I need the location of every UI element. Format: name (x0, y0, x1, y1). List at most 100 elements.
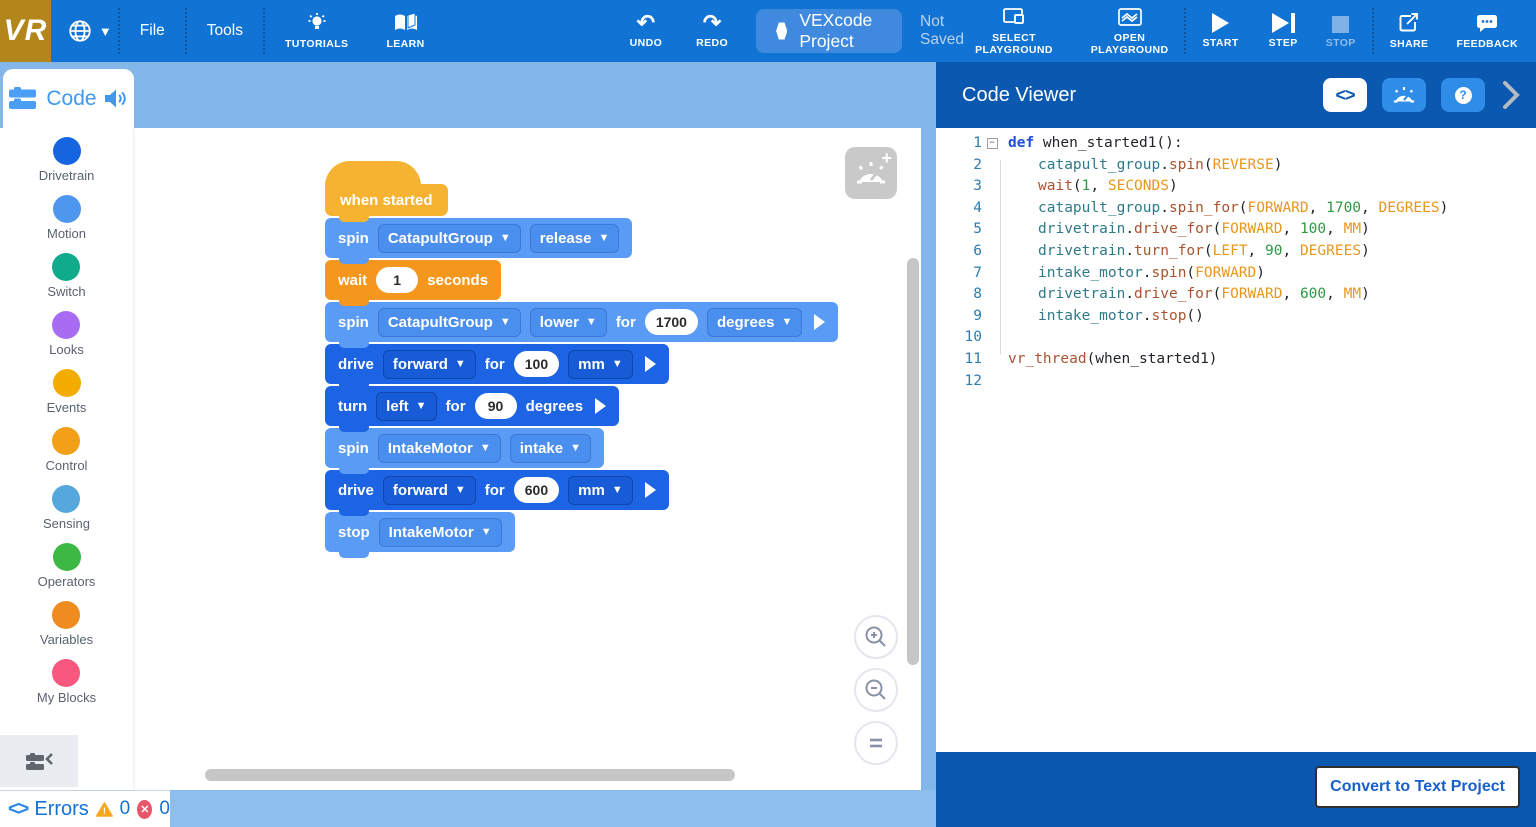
block-expand-arrow[interactable] (644, 482, 656, 498)
code-view-button[interactable]: <> (1323, 78, 1367, 112)
category-color-dot[interactable] (52, 427, 81, 455)
learn-button[interactable]: LEARN (380, 12, 430, 50)
errors-panel-toggle[interactable]: <> Errors ! 0 ✕ 0 (0, 790, 170, 827)
drive-forward-100-block[interactable]: drive forward ▼ for 100 mm ▼ (325, 344, 669, 390)
category-color-dot[interactable] (52, 485, 81, 513)
dashboard-button[interactable] (1382, 78, 1426, 112)
block-dropdown-forward[interactable]: forward ▼ (382, 349, 476, 379)
tutorials-button[interactable]: TUTORIALS (279, 12, 355, 50)
block-number-input[interactable]: 90 (474, 393, 517, 419)
feedback-button[interactable]: FEEDBACK (1450, 12, 1524, 50)
programming-canvas[interactable]: when started spin CatapultGroup ▼ release ▼ wa… (133, 128, 921, 790)
help-button[interactable]: ? (1441, 78, 1485, 112)
start-button[interactable]: START (1196, 13, 1244, 49)
palette-category-motion[interactable]: Motion (47, 195, 86, 241)
zoom-out-button[interactable] (854, 668, 898, 712)
convert-to-text-button[interactable]: Convert to Text Project (1315, 766, 1520, 808)
spin-catapult-lower-block[interactable]: spin CatapultGroup ▼ lower ▼ for 1700 degrees ▼ (325, 302, 839, 348)
monitor-console-button[interactable]: + (845, 147, 897, 199)
category-color-dot[interactable] (52, 195, 81, 223)
when-started-block[interactable]: when started (325, 161, 448, 222)
palette-category-operators[interactable]: Operators (38, 543, 95, 589)
palette-category-sensing[interactable]: Sensing (43, 485, 90, 531)
palette-category-looks[interactable]: Looks (49, 311, 84, 357)
block-dropdown-left[interactable]: left ▼ (376, 391, 437, 421)
project-title[interactable]: VEXcode Project (756, 9, 902, 53)
block-expand-arrow[interactable] (814, 314, 826, 330)
fold-column (982, 327, 1002, 349)
fold-column (982, 349, 1002, 371)
block-number-input[interactable]: 1 (376, 267, 419, 293)
tab-code[interactable]: Code (3, 69, 134, 128)
palette-category-drivetrain[interactable]: Drivetrain (39, 137, 94, 183)
lightbulb-icon (308, 13, 326, 29)
spin-catapult-release-block[interactable]: spin CatapultGroup ▼ release ▼ (325, 218, 633, 264)
select-playground-button[interactable]: SELECT PLAYGROUND (967, 6, 1060, 56)
category-color-dot[interactable] (52, 369, 81, 397)
code-editor[interactable]: 1− def when_started1(): 2 catapult_group.sp… (936, 128, 1536, 752)
block-dropdown-mm[interactable]: mm ▼ (568, 475, 633, 505)
speaker-icon[interactable] (104, 88, 128, 109)
share-icon (1399, 13, 1419, 32)
block-notch (339, 341, 369, 348)
block-number-input[interactable]: 100 (513, 351, 560, 377)
code-fold-icon[interactable]: − (986, 138, 998, 150)
palette-category-switch[interactable]: Switch (47, 253, 86, 299)
redo-button[interactable]: ↷ REDO (690, 12, 734, 50)
canvas-vertical-scrollbar[interactable] (907, 258, 919, 665)
zoom-reset-button[interactable] (854, 721, 898, 765)
block-dropdown-degrees[interactable]: degrees ▼ (706, 307, 803, 337)
block-dropdown-intake[interactable]: intake ▼ (509, 433, 591, 463)
file-menu[interactable]: File (126, 14, 179, 48)
category-color-dot[interactable] (52, 601, 81, 629)
block-dropdown-forward[interactable]: forward ▼ (382, 475, 476, 505)
block-notch (339, 257, 369, 264)
share-button[interactable]: SHARE (1384, 12, 1435, 50)
category-color-dot[interactable] (52, 311, 81, 339)
stop-intake-block[interactable]: stop IntakeMotor ▼ (325, 512, 515, 558)
canvas-horizontal-scrollbar[interactable] (205, 769, 735, 781)
line-number: 3 (973, 178, 982, 195)
turn-left-90-block[interactable]: turn left ▼ for 90 degrees (325, 386, 620, 432)
open-playground-button[interactable]: OPEN PLAYGROUND (1085, 6, 1175, 56)
block-dropdown-intakemotor[interactable]: IntakeMotor ▼ (377, 433, 501, 463)
step-button[interactable]: STEP (1263, 13, 1304, 49)
block-dropdown-intakemotor[interactable]: IntakeMotor ▼ (378, 517, 502, 547)
spin-intake-block[interactable]: spin IntakeMotor ▼ intake ▼ (325, 428, 604, 474)
collapse-palette-button[interactable] (0, 735, 78, 787)
hexagon-icon (776, 22, 788, 40)
stop-button[interactable]: STOP (1320, 14, 1362, 49)
undo-button[interactable]: ↶ UNDO (624, 12, 669, 50)
playground-icon (1117, 8, 1142, 26)
block-dropdown-release[interactable]: release ▼ (529, 223, 620, 253)
wait-block[interactable]: wait 1 seconds (325, 260, 502, 306)
block-number-input[interactable]: 1700 (644, 309, 698, 335)
block-dropdown-mm[interactable]: mm ▼ (568, 349, 633, 379)
tools-menu[interactable]: Tools (193, 14, 257, 48)
palette-category-events[interactable]: Events (47, 369, 86, 415)
palette-category-control[interactable]: Control (46, 427, 87, 473)
share-label: SHARE (1389, 38, 1429, 50)
errors-bar: <> Errors ! 0 ✕ 0 (0, 790, 936, 827)
drive-forward-600-block[interactable]: drive forward ▼ for 600 mm ▼ (325, 470, 669, 516)
category-color-dot[interactable] (52, 659, 81, 687)
category-color-dot[interactable] (52, 137, 81, 165)
category-color-dot[interactable] (52, 253, 81, 281)
line-number: 2 (973, 156, 982, 173)
block-dropdown-lower[interactable]: lower ▼ (529, 307, 607, 337)
block-dropdown-catapultgroup[interactable]: CatapultGroup ▼ (377, 307, 521, 337)
collapse-panel-chevron[interactable] (1500, 79, 1522, 111)
language-menu[interactable]: ▼ (67, 18, 112, 44)
block-expand-arrow[interactable] (595, 398, 607, 414)
zoom-in-button[interactable] (854, 615, 898, 659)
palette-category-my-blocks[interactable]: My Blocks (37, 659, 96, 705)
category-color-dot[interactable] (52, 543, 81, 571)
block-expand-arrow[interactable] (644, 356, 656, 372)
block-dropdown-catapultgroup[interactable]: CatapultGroup ▼ (377, 223, 521, 253)
project-title-text: VEXcode Project (799, 10, 873, 51)
fold-column (982, 155, 1002, 177)
block-number-input[interactable]: 600 (513, 477, 560, 503)
dropdown-value: CatapultGroup (387, 313, 493, 331)
palette-category-variables[interactable]: Variables (40, 601, 93, 647)
vr-logo[interactable]: VR (0, 0, 51, 62)
